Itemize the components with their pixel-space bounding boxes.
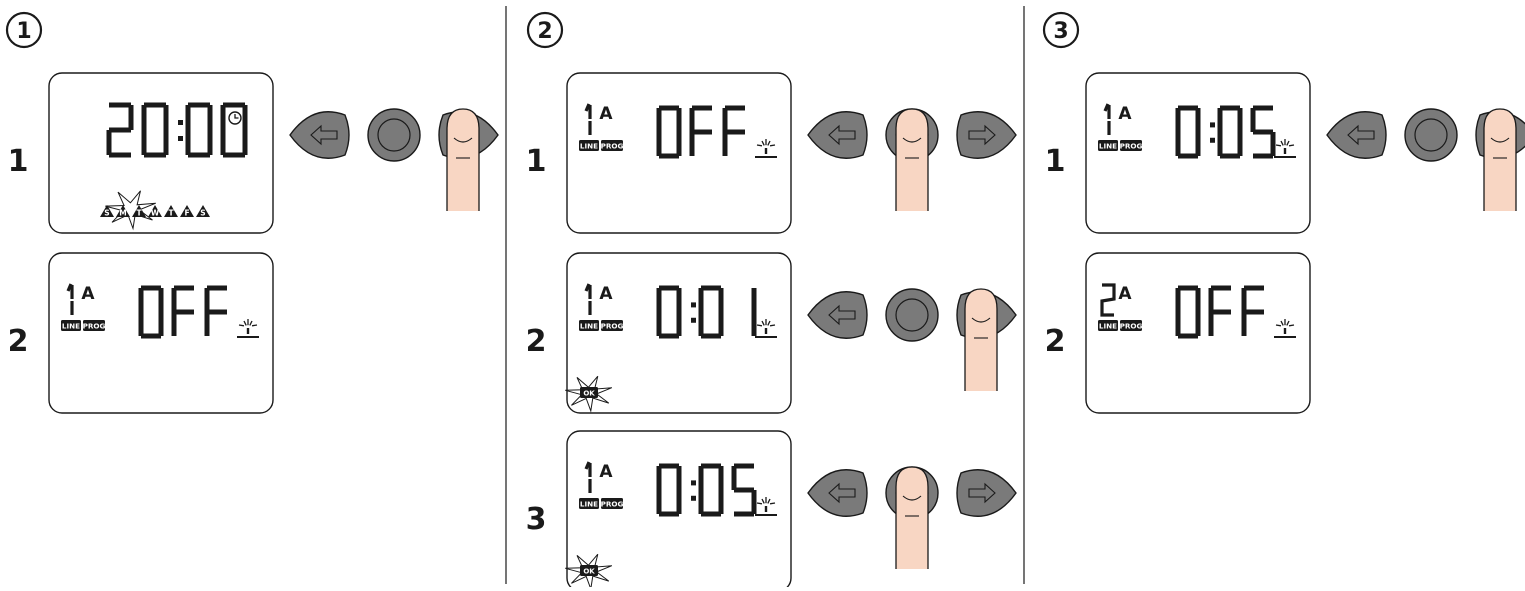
weekday-label: T xyxy=(136,209,142,218)
row-number: 2 xyxy=(526,324,547,359)
finger-press-icon xyxy=(895,466,929,569)
left-arrow-button[interactable] xyxy=(289,111,350,159)
row-number: 2 xyxy=(1045,324,1066,359)
step-badge: 1 xyxy=(5,11,43,49)
program-letter: A xyxy=(1118,284,1132,304)
prog-tag-label: PROG xyxy=(1120,142,1143,151)
line-tag-label: LINE xyxy=(580,322,598,331)
ok-tag-label: OK xyxy=(583,390,595,398)
left-arrow-button[interactable] xyxy=(807,291,868,339)
finger-press-icon xyxy=(895,108,929,211)
lcd-display: A LINE PROG OK xyxy=(565,252,792,414)
colon-dot xyxy=(178,120,183,125)
lcd-display: A LINE PROG xyxy=(48,252,274,414)
colon-dot xyxy=(1210,137,1215,143)
prog-tag-label: PROG xyxy=(83,322,106,331)
left-arrow-button-icon[interactable] xyxy=(289,111,350,159)
weekday-label: S xyxy=(104,209,109,218)
colon-dot xyxy=(178,136,183,141)
row-number: 2 xyxy=(8,324,29,359)
weekday-label: M xyxy=(119,209,126,218)
line-tag-label: LINE xyxy=(580,500,598,509)
ok-button[interactable] xyxy=(885,288,939,342)
colon-dot xyxy=(691,302,696,308)
row-number: 1 xyxy=(526,144,547,179)
step-badge: 3 xyxy=(1042,11,1080,49)
finger-press-icon xyxy=(1483,108,1517,211)
ok-tag-label: OK xyxy=(583,568,595,576)
step-badge-number: 3 xyxy=(1053,19,1068,44)
step-badge-number: 2 xyxy=(537,19,552,44)
line-tag-label: LINE xyxy=(1099,322,1117,331)
ok-button[interactable] xyxy=(1404,108,1458,162)
prog-tag-label: PROG xyxy=(1120,322,1143,331)
prog-tag-label: PROG xyxy=(601,142,624,151)
line-tag-label: LINE xyxy=(62,322,80,331)
prog-tag-label: PROG xyxy=(601,322,624,331)
program-letter: A xyxy=(1118,104,1132,124)
lcd-display: A LINE PROG OK xyxy=(565,430,792,591)
weekday-label: T xyxy=(168,209,174,218)
left-arrow-button-icon[interactable] xyxy=(1326,111,1387,159)
colon-dot xyxy=(691,495,696,501)
lcd-display: S M TWT F S xyxy=(48,72,274,234)
weekday-label: F xyxy=(184,209,189,218)
left-arrow-button[interactable] xyxy=(807,469,868,517)
ok-button[interactable] xyxy=(367,108,421,162)
left-arrow-button[interactable] xyxy=(1326,111,1387,159)
instruction-diagram: 11S M T W T F S2ALINE PROG21ALINE PROG2ALINE PROG… xyxy=(5,6,1525,591)
finger-press-icon xyxy=(964,288,998,391)
right-arrow-button[interactable] xyxy=(956,469,1017,517)
row-number: 3 xyxy=(526,502,547,537)
left-arrow-button-icon[interactable] xyxy=(807,291,868,339)
step-badge: 2 xyxy=(526,11,564,49)
colon-dot xyxy=(691,317,696,323)
prog-tag-label: PROG xyxy=(601,500,624,509)
weekday-label: W xyxy=(151,209,160,218)
program-letter: A xyxy=(599,284,613,304)
program-letter: A xyxy=(81,284,95,304)
line-tag-label: LINE xyxy=(580,142,598,151)
round-ok-button-icon[interactable] xyxy=(367,108,421,162)
program-letter: A xyxy=(599,462,613,482)
right-arrow-button-icon[interactable] xyxy=(956,469,1017,517)
finger-press-icon xyxy=(446,108,480,211)
right-arrow-button[interactable] xyxy=(956,111,1017,159)
round-ok-button-icon[interactable] xyxy=(885,288,939,342)
step-badge-number: 1 xyxy=(16,19,31,44)
line-tag-label: LINE xyxy=(1099,142,1117,151)
lcd-display: A LINE PROG xyxy=(1085,72,1311,234)
round-ok-button-icon[interactable] xyxy=(1404,108,1458,162)
program-letter: A xyxy=(599,104,613,124)
row-number: 1 xyxy=(8,144,29,179)
lcd-display: A LINE PROG xyxy=(566,72,792,234)
colon-dot xyxy=(691,480,696,486)
lcd-display: A LINE PROG xyxy=(1085,252,1311,414)
right-arrow-button-icon[interactable] xyxy=(956,111,1017,159)
left-arrow-button-icon[interactable] xyxy=(807,469,868,517)
weekday-label: S xyxy=(200,209,205,218)
colon-dot xyxy=(1210,122,1215,128)
row-number: 1 xyxy=(1045,144,1066,179)
left-arrow-button[interactable] xyxy=(807,111,868,159)
left-arrow-button-icon[interactable] xyxy=(807,111,868,159)
